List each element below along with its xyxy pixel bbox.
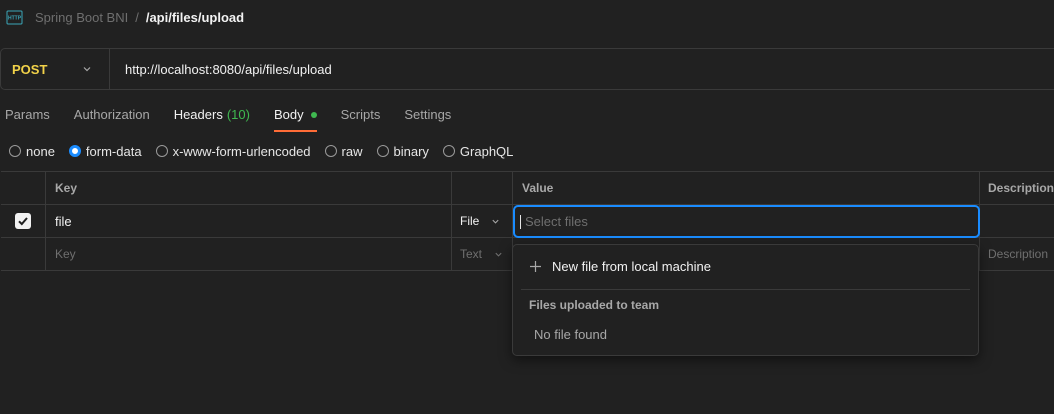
divider bbox=[521, 289, 970, 290]
new-key-input[interactable]: Key bbox=[46, 238, 452, 270]
radio-icon bbox=[9, 145, 21, 157]
radio-label: form-data bbox=[85, 143, 142, 159]
row-type-select[interactable]: File bbox=[452, 205, 513, 237]
tab-label: Authorization bbox=[73, 107, 150, 122]
column-header-key: Key bbox=[46, 172, 452, 204]
chevron-down-icon bbox=[491, 217, 500, 226]
radio-label: GraphQL bbox=[459, 143, 514, 159]
svg-text:HTTP: HTTP bbox=[8, 15, 22, 21]
radio-icon bbox=[376, 145, 389, 157]
tab-label: Params bbox=[5, 107, 50, 122]
method-select[interactable]: POST bbox=[1, 49, 110, 89]
tab-label: Headers bbox=[173, 107, 223, 122]
radio-binary[interactable]: binary bbox=[376, 143, 429, 159]
radio-label: binary bbox=[393, 143, 429, 159]
breadcrumb-collection[interactable]: Spring Boot BNI bbox=[35, 10, 128, 25]
new-file-label: New file from local machine bbox=[552, 259, 711, 274]
body-indicator-dot bbox=[310, 112, 317, 118]
request-tabs: Params Authorization Headers (10) Body S… bbox=[5, 104, 475, 132]
breadcrumb: HTTP Spring Boot BNI / /api/files/upload bbox=[6, 7, 244, 27]
radio-form-data[interactable]: form-data bbox=[68, 143, 142, 159]
chevron-down-icon bbox=[494, 250, 503, 259]
no-file-message: No file found bbox=[534, 327, 607, 342]
type-select-value: Text bbox=[460, 247, 503, 261]
radio-label: raw bbox=[341, 143, 363, 159]
radio-icon bbox=[442, 145, 455, 157]
file-select-dropdown: New file from local machine Files upload… bbox=[512, 244, 979, 356]
type-label: Text bbox=[460, 247, 483, 261]
row-check-cell bbox=[1, 238, 46, 270]
column-header-description: Description bbox=[988, 181, 1054, 195]
radio-icon bbox=[155, 145, 168, 157]
row-key-input[interactable]: file bbox=[46, 205, 452, 237]
http-icon: HTTP bbox=[6, 9, 23, 26]
chevron-down-icon bbox=[82, 64, 92, 74]
text-caret bbox=[520, 214, 521, 229]
tab-label: Body bbox=[273, 107, 304, 122]
tab-body[interactable]: Body bbox=[273, 104, 317, 132]
radio-label: none bbox=[26, 143, 55, 159]
column-header-value: Value bbox=[513, 172, 980, 204]
body-type-group: none form-data x-www-form-urlencoded raw… bbox=[9, 143, 527, 159]
select-files-placeholder: Select files bbox=[525, 214, 588, 229]
method-label: POST bbox=[12, 61, 48, 77]
tab-authorization[interactable]: Authorization bbox=[74, 104, 150, 132]
radio-graphql[interactable]: GraphQL bbox=[442, 143, 514, 159]
breadcrumb-request-name[interactable]: /api/files/upload bbox=[146, 10, 244, 25]
breadcrumb-separator: / bbox=[135, 9, 139, 25]
radio-label: x-www-form-urlencoded bbox=[172, 143, 311, 159]
type-label: File bbox=[460, 214, 480, 228]
radio-x-www-form-urlencoded[interactable]: x-www-form-urlencoded bbox=[155, 143, 311, 159]
row-enabled-checkbox[interactable] bbox=[15, 213, 31, 229]
radio-raw[interactable]: raw bbox=[324, 143, 363, 159]
url-input[interactable]: http://localhost:8080/api/files/upload bbox=[110, 62, 332, 77]
tab-label: Settings bbox=[404, 107, 452, 122]
url-bar: POST http://localhost:8080/api/files/upl… bbox=[0, 48, 1054, 90]
tab-scripts[interactable]: Scripts bbox=[341, 104, 381, 132]
plus-icon bbox=[529, 260, 542, 273]
new-description-input[interactable]: Description bbox=[980, 238, 1054, 270]
tab-headers[interactable]: Headers (10) bbox=[174, 104, 250, 132]
radio-none[interactable]: none bbox=[9, 144, 55, 159]
table-header-row: Key Value Description bbox=[1, 172, 1054, 205]
team-files-heading: Files uploaded to team bbox=[529, 298, 660, 312]
radio-checked-icon bbox=[68, 145, 81, 157]
check-icon bbox=[18, 217, 28, 226]
tab-settings[interactable]: Settings bbox=[404, 104, 451, 132]
row-description-input[interactable] bbox=[980, 205, 1054, 237]
header-check-cell bbox=[1, 172, 46, 204]
radio-icon bbox=[324, 145, 337, 157]
header-type-cell bbox=[452, 172, 513, 204]
new-file-from-local-button[interactable]: New file from local machine bbox=[529, 259, 711, 274]
tab-params[interactable]: Params bbox=[5, 104, 50, 132]
select-files-input[interactable]: Select files bbox=[513, 205, 980, 238]
tab-label: Scripts bbox=[340, 107, 381, 122]
new-type-select[interactable]: Text bbox=[452, 238, 513, 270]
type-select-value: File bbox=[460, 214, 500, 228]
headers-count-badge: (10) bbox=[226, 107, 250, 122]
row-check-cell bbox=[1, 205, 46, 237]
